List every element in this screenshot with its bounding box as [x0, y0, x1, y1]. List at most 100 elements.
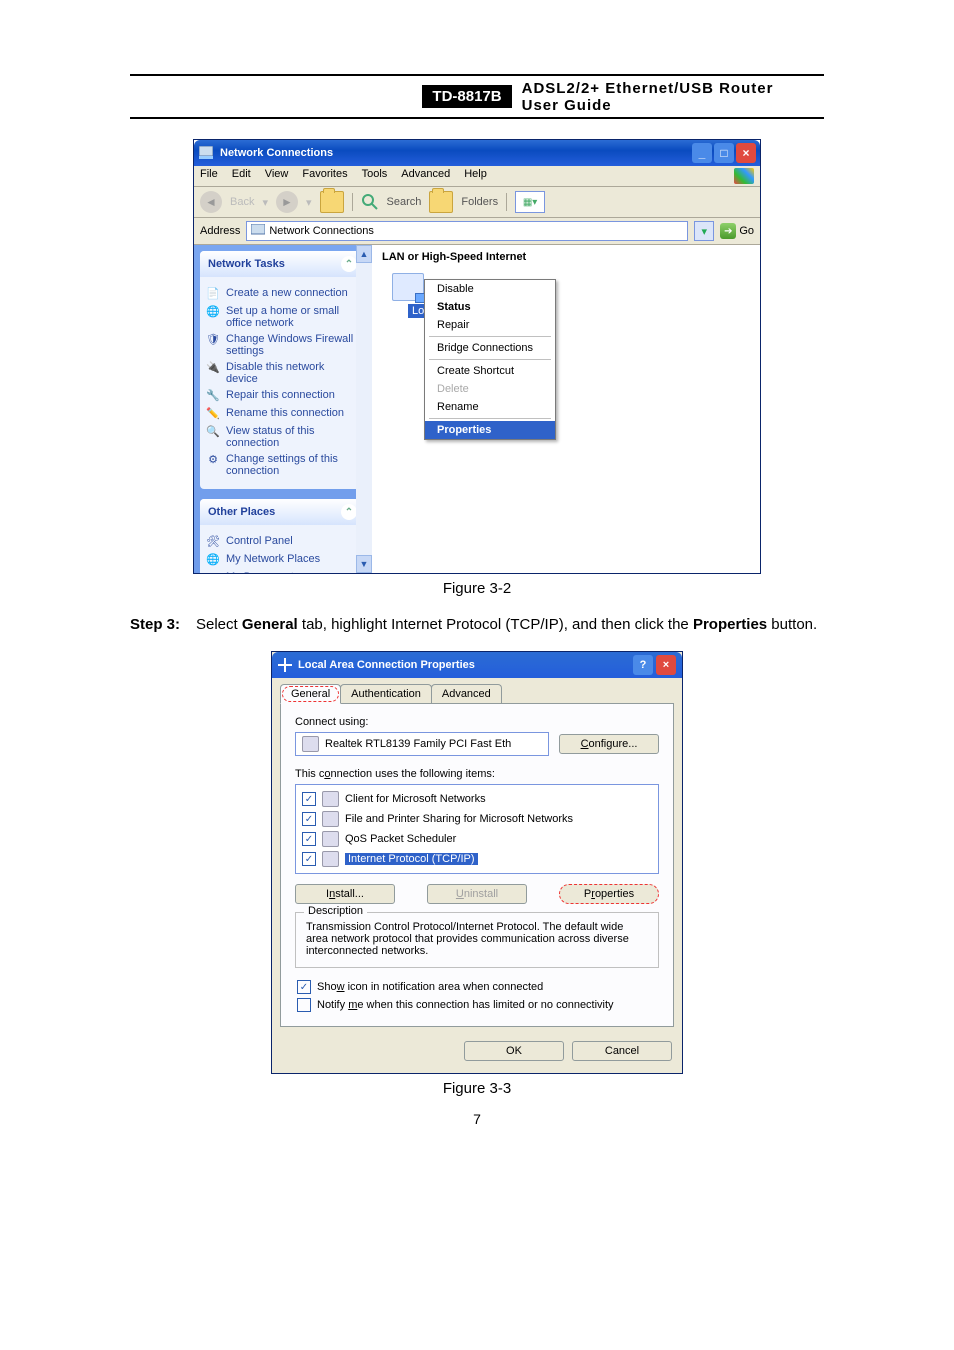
checkbox-icon[interactable]: ✓ — [302, 792, 316, 806]
search-button[interactable]: Search — [387, 196, 422, 208]
scroll-up-icon[interactable]: ▲ — [356, 245, 372, 263]
items-list[interactable]: ✓Client for Microsoft Networks ✓File and… — [295, 784, 659, 874]
ctx-properties[interactable]: Properties — [425, 421, 555, 439]
task-icon: 🛡 — [206, 333, 220, 347]
collapse-icon[interactable]: ⌃ — [341, 504, 357, 520]
folders-icon[interactable] — [429, 191, 453, 213]
component-icon — [322, 811, 339, 827]
menu-advanced[interactable]: Advanced — [401, 168, 450, 184]
other-places-header[interactable]: Other Places ⌃ — [200, 499, 365, 525]
header-subtitle: ADSL2/2+ Ethernet/USB Router User Guide — [512, 76, 824, 117]
up-folder-icon[interactable] — [320, 191, 344, 213]
component-icon — [322, 851, 339, 867]
checkbox-icon[interactable]: ✓ — [302, 812, 316, 826]
address-dropdown[interactable]: ▾ — [694, 221, 714, 241]
menu-bar: File Edit View Favorites Tools Advanced … — [194, 166, 760, 187]
tab-authentication[interactable]: Authentication — [340, 684, 432, 703]
install-button[interactable]: Install... — [295, 884, 395, 904]
back-button[interactable]: Back — [230, 196, 254, 208]
close-button[interactable]: × — [736, 143, 756, 163]
item-fileprint[interactable]: ✓File and Printer Sharing for Microsoft … — [300, 809, 654, 829]
scroll-down-icon[interactable]: ▼ — [356, 555, 372, 573]
checkbox-icon[interactable]: ✓ — [297, 980, 311, 994]
menu-edit[interactable]: Edit — [232, 168, 251, 184]
place-icon: 🛠 — [206, 535, 220, 549]
menu-view[interactable]: View — [265, 168, 289, 184]
header-model: TD-8817B — [422, 85, 511, 108]
network-task[interactable]: 🌐Set up a home or small office network — [206, 305, 359, 329]
properties-button[interactable]: Properties — [559, 884, 659, 904]
ctx-bridge[interactable]: Bridge Connections — [425, 339, 555, 357]
minimize-button[interactable]: _ — [692, 143, 712, 163]
menu-file[interactable]: File — [200, 168, 218, 184]
show-icon-check[interactable]: ✓Show icon in notification area when con… — [295, 978, 659, 996]
network-connections-window: Network Connections _ □ × File Edit View… — [193, 139, 761, 574]
figure-caption-3-2: Figure 3-2 — [0, 580, 954, 597]
network-task[interactable]: 🔌Disable this network device — [206, 361, 359, 385]
cancel-button[interactable]: Cancel — [572, 1041, 672, 1061]
folders-button[interactable]: Folders — [461, 196, 498, 208]
ok-button[interactable]: OK — [464, 1041, 564, 1061]
checkbox-icon[interactable]: ✓ — [297, 998, 311, 1012]
menu-tools[interactable]: Tools — [362, 168, 388, 184]
step-3-text: Step 3:Select General tab, highlight Int… — [130, 611, 824, 639]
other-place[interactable]: 🛠Control Panel — [206, 535, 359, 549]
task-icon: 🔧 — [206, 389, 220, 403]
content-pane: ▲ ▼ LAN or High-Speed Internet Local Are… — [371, 245, 760, 573]
network-task[interactable]: 🛡Change Windows Firewall settings — [206, 333, 359, 357]
side-panel: Network Tasks ⌃ 📄Create a new connection… — [194, 245, 371, 573]
item-qos[interactable]: ✓QoS Packet Scheduler — [300, 829, 654, 849]
checkbox-icon[interactable]: ✓ — [302, 832, 316, 846]
network-task[interactable]: 🔧Repair this connection — [206, 389, 359, 403]
address-field[interactable]: Network Connections — [246, 221, 688, 241]
nic-icon — [392, 273, 424, 301]
menu-help[interactable]: Help — [464, 168, 487, 184]
views-button[interactable]: ▦▾ — [515, 191, 545, 213]
address-icon — [251, 224, 265, 238]
network-tasks-title: Network Tasks — [208, 258, 285, 270]
forward-icon[interactable]: ► — [276, 191, 298, 213]
close-button[interactable]: × — [656, 655, 676, 675]
address-label: Address — [200, 225, 240, 237]
ctx-shortcut[interactable]: Create Shortcut — [425, 362, 555, 380]
network-task[interactable]: ✏️Rename this connection — [206, 407, 359, 421]
ctx-rename[interactable]: Rename — [425, 398, 555, 416]
network-task[interactable]: 📄Create a new connection — [206, 287, 359, 301]
tab-advanced[interactable]: Advanced — [431, 684, 502, 703]
ctx-repair[interactable]: Repair — [425, 316, 555, 334]
uninstall-button: Uninstall — [427, 884, 527, 904]
dialog-icon — [278, 658, 292, 672]
collapse-icon[interactable]: ⌃ — [341, 256, 357, 272]
other-place[interactable]: 📁My Documents — [206, 571, 359, 573]
window-title: Network Connections — [220, 147, 333, 159]
item-client[interactable]: ✓Client for Microsoft Networks — [300, 789, 654, 809]
window-titlebar[interactable]: Network Connections _ □ × — [194, 140, 760, 166]
configure-button[interactable]: Configure... — [559, 734, 659, 754]
search-icon[interactable] — [361, 193, 379, 211]
place-icon: 🌐 — [206, 553, 220, 567]
category-title: LAN or High-Speed Internet — [372, 245, 760, 273]
place-icon: 📁 — [206, 571, 220, 573]
network-task[interactable]: ⚙Change settings of this connection — [206, 453, 359, 477]
component-icon — [322, 791, 339, 807]
item-tcpip[interactable]: ✓Internet Protocol (TCP/IP) — [300, 849, 654, 869]
task-icon: ✏️ — [206, 407, 220, 421]
tab-general[interactable]: General — [280, 684, 341, 704]
back-icon[interactable]: ◄ — [200, 191, 222, 213]
window-icon — [198, 145, 214, 161]
menu-favorites[interactable]: Favorites — [302, 168, 347, 184]
network-tasks-header[interactable]: Network Tasks ⌃ — [200, 251, 365, 277]
go-label: Go — [739, 225, 754, 237]
ctx-status[interactable]: Status — [425, 298, 555, 316]
go-button[interactable]: ➔ Go — [720, 223, 754, 239]
dialog-titlebar[interactable]: Local Area Connection Properties ? × — [272, 652, 682, 678]
checkbox-icon[interactable]: ✓ — [302, 852, 316, 866]
step-label: Step 3: — [130, 611, 196, 639]
notify-check[interactable]: ✓Notify me when this connection has limi… — [295, 996, 659, 1014]
other-place[interactable]: 🌐My Network Places — [206, 553, 359, 567]
maximize-button[interactable]: □ — [714, 143, 734, 163]
help-button[interactable]: ? — [633, 655, 653, 675]
adapter-icon — [302, 736, 319, 752]
network-task[interactable]: 🔍View status of this connection — [206, 425, 359, 449]
ctx-disable[interactable]: Disable — [425, 280, 555, 298]
